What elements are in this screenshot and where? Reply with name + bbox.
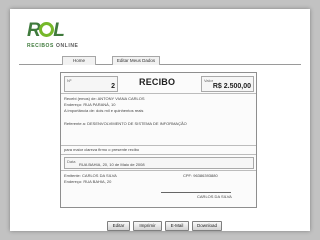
reference-line: Referente a: DESENVOLVIMENTO DE SISTEMA … xyxy=(64,121,187,126)
divider xyxy=(61,154,256,155)
edit-button[interactable]: Editar xyxy=(107,221,130,231)
signature-name: CARLOS DA SILVA xyxy=(197,194,232,199)
date-box: Data RUA BAHIA, 20, 10 de Maio de 2008 xyxy=(64,157,254,169)
receipt-value: R$ 2.500,00 xyxy=(212,83,251,90)
date-caption: Data xyxy=(67,159,76,164)
receipt-form: Nº 2 RECIBO Valor R$ 2.500,00 Recebi (em… xyxy=(60,72,257,208)
received-from-line: Recebi (emos) de: ANTONY VIANA CARLOS xyxy=(64,96,145,101)
logo-sub-online: ONLINE xyxy=(55,43,79,49)
issuer-line: Emitente: CARLOS DA SILVA xyxy=(64,173,117,178)
logo-subtitle: RECIBOS ONLINE xyxy=(27,43,78,49)
page-container: RL RECIBOS ONLINE Home Editar Meus Dados… xyxy=(10,9,310,231)
logo-sub-recibos: RECIBOS xyxy=(27,43,54,49)
logo-ring-icon xyxy=(39,22,55,37)
address-line: Endereço: RUA PARANÁ, 10 xyxy=(64,102,116,107)
tab-edit-my-data[interactable]: Editar Meus Dados xyxy=(112,56,160,65)
receipt-title: RECIBO xyxy=(139,77,176,87)
receipt-number-box: Nº 2 xyxy=(64,76,118,92)
logo-wordmark: RL xyxy=(27,20,65,42)
action-bar: Editar Imprimir E-Mail Download xyxy=(10,221,310,231)
nav-bar: Home Editar Meus Dados xyxy=(19,56,301,65)
email-button[interactable]: E-Mail xyxy=(165,221,189,231)
tab-home[interactable]: Home xyxy=(62,56,96,65)
logo: RL RECIBOS ONLINE xyxy=(27,20,83,55)
download-button[interactable]: Download xyxy=(192,221,222,231)
amount-words-line: A importância de: dois mil e quinhentos … xyxy=(64,108,144,113)
divider xyxy=(61,93,256,94)
logo-letter-l: L xyxy=(53,20,65,41)
signature-line xyxy=(161,192,231,193)
declaration-text: para maior clareza firmo o presente reci… xyxy=(64,147,140,152)
divider xyxy=(61,170,256,171)
logo-letter-r: R xyxy=(27,20,41,41)
receipt-value-box: Valor R$ 2.500,00 xyxy=(201,76,254,92)
receipt-value-caption: Valor xyxy=(204,78,214,83)
receipt-number: 2 xyxy=(111,83,115,90)
print-button[interactable]: Imprimir xyxy=(133,221,162,231)
divider xyxy=(61,145,256,146)
date-line: RUA BAHIA, 20, 10 de Maio de 2008 xyxy=(79,162,145,167)
cpf-line: CPF: 96386393880 xyxy=(183,173,218,178)
receipt-number-caption: Nº xyxy=(67,78,72,83)
issuer-address-line: Endereço: RUA BAHIA, 20 xyxy=(64,179,112,184)
